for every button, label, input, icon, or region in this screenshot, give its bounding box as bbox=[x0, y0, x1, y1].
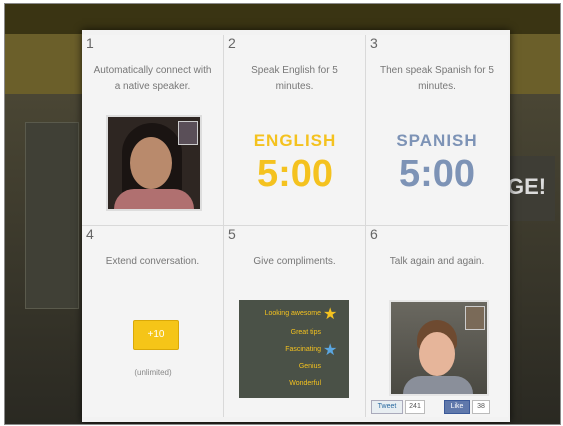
step-caption: Extend conversation. bbox=[105, 256, 200, 267]
tweet-button[interactable]: Tweet bbox=[371, 400, 403, 414]
step-caption: Then speak Spanish for 5 minutes. bbox=[380, 65, 494, 92]
english-timer: 5:00 bbox=[256, 153, 334, 195]
step-number: 6 bbox=[370, 226, 378, 242]
step-3: 3 Then speak Spanish for 5 minutes. SPAN… bbox=[366, 35, 508, 226]
step-2: 2 Speak English for 5 minutes. ENGLISH 5… bbox=[224, 35, 366, 226]
compliment-item[interactable]: Fascinating bbox=[245, 346, 321, 353]
tweet-widget: Tweet 241 bbox=[371, 400, 425, 414]
step-number: 3 bbox=[370, 35, 378, 51]
step-4: 4 Extend conversation. +10 (unlimited) bbox=[82, 226, 224, 417]
step-number: 1 bbox=[86, 35, 94, 51]
compliment-item[interactable]: Great tips bbox=[245, 329, 321, 336]
like-button[interactable]: Like bbox=[444, 400, 470, 414]
step-caption: Talk again and again. bbox=[389, 256, 485, 267]
spanish-timer: 5:00 bbox=[398, 153, 476, 195]
step-number: 4 bbox=[86, 226, 94, 242]
partner-video-image bbox=[389, 300, 489, 396]
step-caption: Speak English for 5 minutes. bbox=[251, 65, 338, 92]
compliment-item[interactable]: Wonderful bbox=[245, 380, 321, 387]
extend-sublabel: (unlimited) bbox=[134, 368, 172, 377]
star-icon: ★ bbox=[323, 306, 338, 323]
how-it-works-modal: 1 Automatically connect with a native sp… bbox=[82, 30, 510, 422]
compliment-item[interactable]: Genius bbox=[245, 363, 321, 370]
step-caption: Automatically connect with a native spea… bbox=[93, 65, 212, 92]
extend-button[interactable]: +10 bbox=[133, 320, 179, 350]
background-banner-text: GE! bbox=[507, 174, 547, 199]
self-view-inset bbox=[465, 306, 485, 330]
spanish-label: SPANISH bbox=[396, 131, 478, 150]
star-icon: ★ bbox=[323, 342, 338, 359]
native-speaker-video-image bbox=[106, 115, 202, 211]
step-number: 5 bbox=[228, 226, 236, 242]
compliments-panel: Looking awesome ★ Great tips Fascinating… bbox=[239, 300, 349, 398]
step-number: 2 bbox=[228, 35, 236, 51]
tweet-count: 241 bbox=[405, 400, 425, 414]
self-view-inset bbox=[178, 121, 198, 145]
english-label: ENGLISH bbox=[253, 131, 337, 150]
compliment-item[interactable]: Looking awesome bbox=[245, 310, 321, 317]
like-widget: Like 38 bbox=[444, 400, 494, 414]
step-caption: Give compliments. bbox=[253, 256, 336, 267]
step-5: 5 Give compliments. Looking awesome ★ Gr… bbox=[224, 226, 366, 417]
app-frame: GE! 1 Automatically connect with a nativ… bbox=[4, 3, 561, 425]
like-count: 38 bbox=[472, 400, 490, 414]
background-left-panel bbox=[25, 122, 79, 309]
step-6: 6 Talk again and again. Tweet 241 Like 3… bbox=[366, 226, 508, 417]
steps-grid: 1 Automatically connect with a native sp… bbox=[82, 35, 510, 421]
step-1: 1 Automatically connect with a native sp… bbox=[82, 35, 224, 226]
